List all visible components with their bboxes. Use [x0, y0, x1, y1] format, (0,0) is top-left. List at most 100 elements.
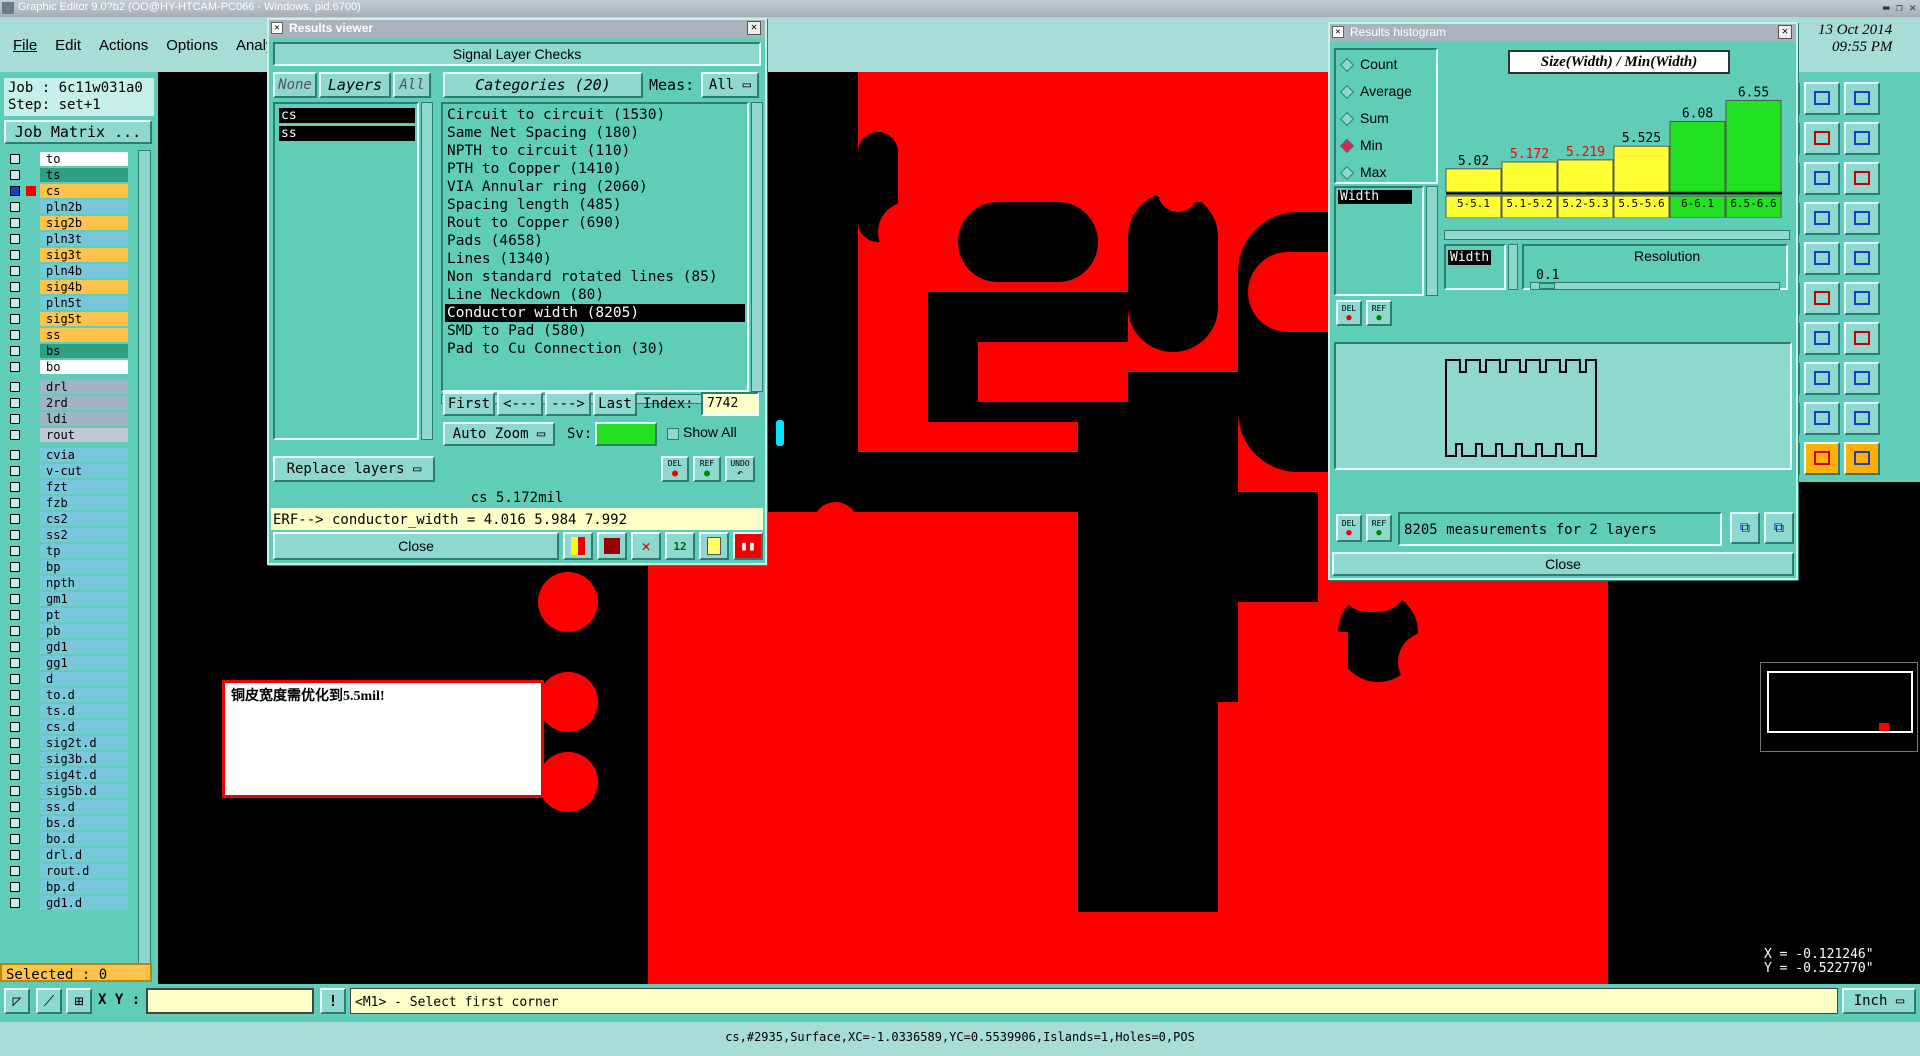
- layer-checkbox[interactable]: [10, 722, 20, 732]
- layer-row-v-cut[interactable]: v-cut: [6, 464, 128, 478]
- layer-checkbox[interactable]: [10, 562, 20, 572]
- copy-button[interactable]: [1844, 362, 1880, 395]
- layer-checkbox[interactable]: [10, 282, 20, 292]
- layer-row-cvia[interactable]: cvia: [6, 448, 128, 462]
- resolution-slider[interactable]: [1530, 282, 1780, 290]
- close-icon[interactable]: ✕: [1778, 25, 1792, 39]
- layer-checkbox[interactable]: [10, 738, 20, 748]
- category-item[interactable]: Same Net Spacing (180): [445, 124, 745, 142]
- mode-option-min[interactable]: Min: [1339, 137, 1436, 157]
- layer-checkbox[interactable]: [10, 382, 20, 392]
- rv-layer-list[interactable]: cs ss: [273, 102, 419, 440]
- zoom-fit-button[interactable]: ◸: [4, 988, 30, 1014]
- layer-row-gd1[interactable]: gd1: [6, 640, 128, 654]
- layer-checkbox[interactable]: [10, 818, 20, 828]
- category-item[interactable]: Lines (1340): [445, 250, 745, 268]
- layer-checkbox[interactable]: [10, 658, 20, 668]
- measure-marker[interactable]: [776, 420, 784, 446]
- layer-scrollbar[interactable]: [138, 150, 151, 980]
- results-viewer-titlebar[interactable]: ✕ Results viewer ✕: [269, 20, 765, 38]
- resolution-thumb[interactable]: [1539, 283, 1555, 289]
- rv-tool-3[interactable]: ✕: [631, 532, 661, 560]
- last-button[interactable]: Last: [593, 392, 637, 416]
- layer-row-rout.d[interactable]: rout.d: [6, 864, 128, 878]
- rv-category-scrollbar[interactable]: [751, 102, 763, 392]
- board-preview[interactable]: [1334, 342, 1792, 470]
- layer-checkbox[interactable]: [10, 514, 20, 524]
- auto-zoom-select[interactable]: Auto Zoom ▭: [443, 422, 555, 446]
- menu-edit[interactable]: Edit: [46, 37, 90, 54]
- export-button[interactable]: ⧉: [1730, 512, 1760, 544]
- shape-button[interactable]: [1804, 122, 1840, 155]
- layer-row-sig2t.d[interactable]: sig2t.d: [6, 736, 128, 750]
- layer-checkbox[interactable]: [10, 786, 20, 796]
- layer-row-2rd[interactable]: 2rd: [6, 396, 128, 410]
- rv-tool-1[interactable]: [563, 532, 593, 560]
- hist-ref-button[interactable]: REF ●: [1366, 300, 1392, 326]
- layer-checkbox[interactable]: [10, 866, 20, 876]
- measure-tool-button[interactable]: ⟋: [36, 988, 62, 1014]
- layer-checkbox[interactable]: [10, 850, 20, 860]
- replace-layers-select[interactable]: Replace layers ▭: [273, 456, 435, 482]
- show-all-checkbox[interactable]: [667, 428, 679, 440]
- category-item[interactable]: VIA Annular ring (2060): [445, 178, 745, 196]
- layer-row-pln4b[interactable]: pln4b: [6, 264, 128, 278]
- layer-checkbox[interactable]: [10, 362, 20, 372]
- layer-row-rout[interactable]: rout: [6, 428, 128, 442]
- rv-category-list[interactable]: Circuit to circuit (1530) Same Net Spacin…: [441, 102, 749, 392]
- chart-hscroll[interactable]: [1444, 230, 1790, 240]
- metric-scrollbar[interactable]: [1426, 186, 1438, 296]
- units-select[interactable]: Inch ▭: [1842, 988, 1916, 1014]
- layer-checkbox[interactable]: [10, 674, 20, 684]
- xy-input[interactable]: [146, 988, 314, 1014]
- category-item[interactable]: Spacing length (485): [445, 196, 745, 214]
- grid-button[interactable]: ⊞: [66, 988, 92, 1014]
- rv-tool-2[interactable]: [597, 532, 627, 560]
- layer-checkbox[interactable]: [10, 330, 20, 340]
- layer-row-ss[interactable]: ss: [6, 328, 128, 342]
- histogram-bar[interactable]: [1445, 168, 1502, 193]
- layer-checkbox[interactable]: [10, 594, 20, 604]
- layer-row-pln2b[interactable]: pln2b: [6, 200, 128, 214]
- layer-row-sig3t[interactable]: sig3t: [6, 248, 128, 262]
- layer-checkbox[interactable]: [10, 482, 20, 492]
- layer-checkbox[interactable]: [10, 498, 20, 508]
- layer-row-bs.d[interactable]: bs.d: [6, 816, 128, 830]
- none-button[interactable]: None: [273, 72, 317, 98]
- layer-row-sig4b[interactable]: sig4b: [6, 280, 128, 294]
- layer-row-gm1[interactable]: gm1: [6, 592, 128, 606]
- layer-row-ldi[interactable]: ldi: [6, 412, 128, 426]
- snap-button[interactable]: [1844, 122, 1880, 155]
- rv-histogram-button[interactable]: ▮▮: [733, 532, 763, 560]
- close-icon[interactable]: ✕: [747, 21, 761, 35]
- layer-checkbox[interactable]: [10, 398, 20, 408]
- histogram-bar[interactable]: [1501, 161, 1558, 193]
- layer-checkbox[interactable]: [10, 202, 20, 212]
- category-item[interactable]: SMD to Pad (580): [445, 322, 745, 340]
- rv-layer-scrollbar[interactable]: [421, 102, 433, 440]
- layer-row-bs[interactable]: bs: [6, 344, 128, 358]
- layer-checkbox[interactable]: [10, 834, 20, 844]
- category-item[interactable]: Rout to Copper (690): [445, 214, 745, 232]
- sv-select[interactable]: [595, 422, 657, 446]
- window-controls[interactable]: ▬ ❐ ✕: [1883, 1, 1916, 14]
- layer-checkbox[interactable]: [10, 882, 20, 892]
- job-matrix-button[interactable]: Job Matrix ...: [4, 120, 152, 144]
- category-item[interactable]: PTH to Copper (1410): [445, 160, 745, 178]
- menu-file[interactable]: File: [0, 37, 46, 54]
- layer-checkbox[interactable]: [10, 450, 20, 460]
- layer-row-ts[interactable]: ts: [6, 168, 128, 182]
- layer-checkbox[interactable]: [10, 626, 20, 636]
- pointer3-button[interactable]: [1844, 442, 1880, 475]
- layer-row-gg1[interactable]: gg1: [6, 656, 128, 670]
- first-button[interactable]: First: [443, 392, 495, 416]
- ratio-button[interactable]: [1804, 162, 1840, 195]
- layer-checkbox[interactable]: [10, 530, 20, 540]
- arc-blue-button[interactable]: [1804, 402, 1840, 435]
- layer-checkbox[interactable]: [10, 170, 20, 180]
- layer-checkbox[interactable]: [10, 414, 20, 424]
- layer-checkbox[interactable]: [10, 770, 20, 780]
- alert-button[interactable]: !: [320, 988, 346, 1014]
- hist-del-button-2[interactable]: DEL ●: [1336, 514, 1362, 542]
- layer-row-cs.d[interactable]: cs.d: [6, 720, 128, 734]
